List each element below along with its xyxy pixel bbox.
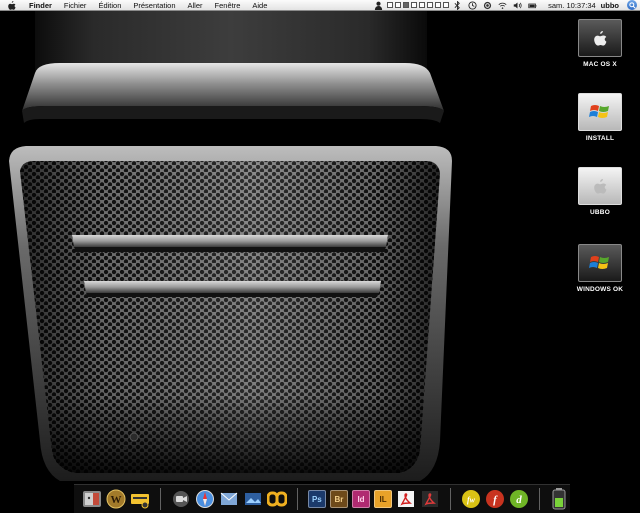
dock-fireworks-icon[interactable]: fw [461, 489, 481, 509]
dock-safari-icon[interactable] [195, 489, 215, 509]
menu-aide[interactable]: Aide [246, 0, 273, 11]
svg-text:d: d [516, 494, 522, 506]
airport-wifi-icon[interactable] [498, 1, 507, 10]
dock-separator [296, 488, 298, 510]
desktop-icon-windows-ok[interactable]: WINDOWS OK [569, 244, 631, 293]
dock: W Ps Br Id IL fw f d [74, 484, 570, 513]
apple-logo-icon [593, 178, 606, 194]
dock-finder-icon[interactable] [82, 489, 102, 509]
svg-text:fw: fw [467, 496, 476, 505]
windows-logo-icon [589, 105, 609, 118]
menu-fenetre[interactable]: Fenêtre [209, 0, 247, 11]
spotlight-search-icon[interactable] [627, 0, 637, 10]
volume-icon[interactable] [513, 1, 522, 10]
dock-photoshop-icon[interactable]: Ps [307, 489, 326, 509]
user-silhouette-icon[interactable] [374, 1, 383, 10]
dock-battery-widget-icon[interactable] [550, 488, 568, 510]
dock-warcraft-icon[interactable]: W [106, 489, 126, 509]
hard-drive-icon [578, 167, 622, 205]
desktop-icon-label: INSTALL [585, 135, 615, 142]
menu-aller[interactable]: Aller [182, 0, 209, 11]
desktop-icon-label: MAC OS X [583, 61, 617, 68]
hard-drive-icon [578, 244, 622, 282]
windows-logo-icon [589, 256, 609, 269]
menubar-clock[interactable]: sam. 10:37:34 [548, 1, 596, 10]
apple-menu-icon[interactable] [7, 0, 17, 10]
dock-link-icon[interactable] [266, 489, 287, 509]
desktop-icon-label: WINDOWS OK [576, 286, 624, 293]
menu-finder[interactable]: Finder [23, 0, 58, 11]
dock-flash-icon[interactable]: f [485, 489, 505, 509]
hard-drive-icon [578, 93, 622, 131]
dock-bridge-icon[interactable]: Br [329, 489, 348, 509]
menu-extra-spaces[interactable] [386, 0, 450, 11]
sync-icon[interactable] [483, 1, 492, 10]
dock-iphoto-icon[interactable] [243, 489, 263, 509]
dock-illustrator-icon[interactable]: IL [374, 489, 393, 509]
dock-cards-icon[interactable] [130, 489, 150, 509]
dock-acrobat-reader-icon[interactable] [420, 489, 440, 509]
svg-text:W: W [111, 494, 122, 506]
desktop-icon-mac-os-x[interactable]: MAC OS X [569, 19, 631, 68]
bluetooth-icon[interactable] [453, 0, 462, 10]
desktop-icon-label: UBBO [590, 209, 610, 216]
menubar-username[interactable]: ubbo [601, 1, 619, 10]
menu-edition[interactable]: Édition [92, 0, 127, 11]
dock-acrobat-icon[interactable] [396, 489, 416, 509]
menu-fichier[interactable]: Fichier [58, 0, 93, 11]
time-machine-icon[interactable] [468, 0, 477, 10]
hard-drive-icon [578, 19, 622, 57]
dock-separator [539, 488, 540, 510]
dock-dreamweaver-icon[interactable]: d [509, 489, 529, 509]
menu-bar: Finder Fichier Édition Présentation Alle… [0, 0, 640, 11]
dock-separator [450, 488, 452, 510]
dock-separator [160, 488, 161, 510]
dock-ichat-icon[interactable] [171, 489, 191, 509]
apple-logo-icon [593, 30, 606, 46]
dock-indesign-icon[interactable]: Id [352, 489, 370, 509]
menu-presentation[interactable]: Présentation [127, 0, 181, 11]
dock-mail-icon[interactable] [219, 489, 239, 509]
desktop-icon-install[interactable]: INSTALL [569, 93, 631, 142]
battery-icon[interactable] [528, 1, 537, 10]
desktop-wallpaper [9, 11, 452, 481]
desktop-icon-ubbo[interactable]: UBBO [569, 167, 631, 216]
